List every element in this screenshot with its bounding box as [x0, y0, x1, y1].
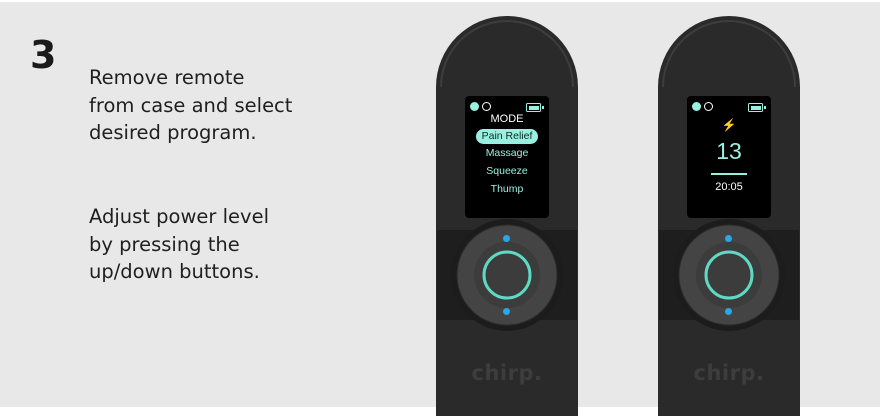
divider [711, 173, 747, 175]
program-option[interactable]: Squeeze [465, 165, 549, 177]
instruction-paragraph-adjust-power: Adjust power level by pressing the up/do… [89, 203, 269, 286]
program-option[interactable]: Thump [465, 183, 549, 195]
instruction-panel: 3 Remove remote from case and select des… [0, 0, 880, 416]
step-number: 3 [30, 33, 57, 77]
empty-dot-icon [704, 102, 713, 111]
device-screen: MODE Pain Relief Massage Squeeze Thump [465, 96, 549, 218]
battery-icon [526, 103, 544, 112]
instruction-line: up/down buttons. [89, 260, 260, 283]
battery-icon [748, 103, 766, 112]
device-screen: ⚡ 13 20:05 [687, 96, 771, 218]
instruction-line: by pressing the [89, 232, 240, 256]
down-button[interactable] [503, 308, 510, 315]
instruction-line: desired program. [89, 121, 257, 144]
empty-dot-icon [482, 102, 491, 111]
filled-dot-icon [692, 102, 701, 111]
instruction-line: Adjust power level [89, 205, 269, 228]
up-button[interactable] [503, 235, 510, 242]
filled-dot-icon [470, 102, 479, 111]
instruction-line: from case and select [89, 93, 293, 117]
instruction-line: Remove remote [89, 66, 245, 89]
mode-title: MODE [490, 113, 524, 125]
instruction-paragraph-select-program: Remove remote from case and select desir… [89, 64, 292, 147]
center-select-button[interactable] [477, 245, 537, 305]
center-select-button[interactable] [699, 245, 759, 305]
brand-logo: chirp. [471, 361, 543, 385]
program-option[interactable]: Massage [465, 147, 549, 159]
program-option-selected[interactable]: Pain Relief [476, 129, 538, 144]
lightning-bolt-icon: ⚡ [721, 118, 737, 132]
remote-power-level: ⚡ 13 20:05 chirp. [658, 16, 800, 416]
timer-value: 20:05 [715, 181, 743, 193]
power-level-value: 13 [716, 138, 742, 164]
remote-mode-menu: MODE Pain Relief Massage Squeeze Thump c… [436, 16, 578, 416]
brand-logo: chirp. [693, 361, 765, 385]
up-button[interactable] [725, 235, 732, 242]
down-button[interactable] [725, 308, 732, 315]
